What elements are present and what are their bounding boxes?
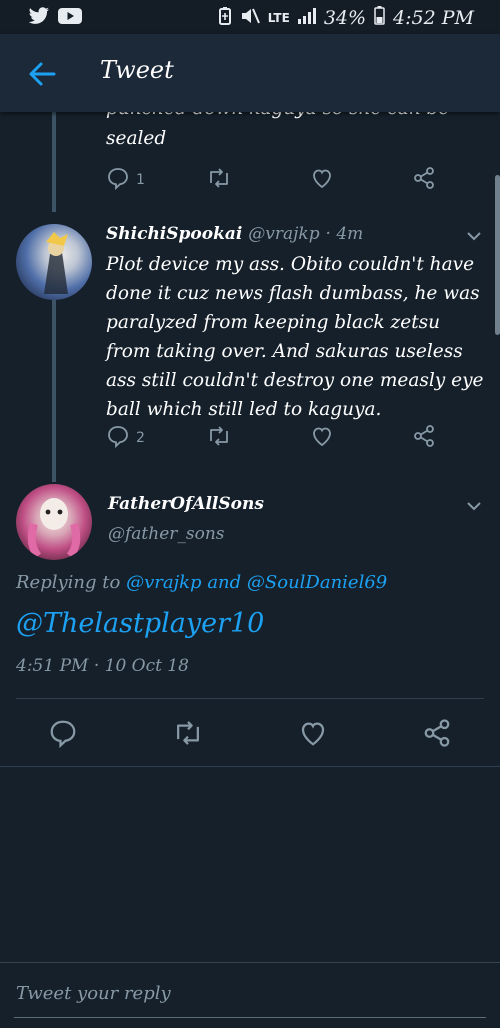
battery-saver-icon	[218, 6, 232, 30]
tweet-text: Plot device my ass. Obito couldn't have …	[106, 254, 484, 420]
mention-link[interactable]: @vrajkp	[126, 572, 202, 593]
author-name[interactable]: FatherOfAllSons	[108, 494, 264, 514]
reply-icon	[106, 166, 130, 194]
reply-composer: Tweet your reply	[0, 962, 500, 1028]
replying-to: Replying to @vrajkp and @SoulDaniel69	[16, 572, 388, 593]
tweet-actions: 1	[106, 166, 446, 196]
tweet-time: · 4m	[325, 224, 364, 244]
youtube-icon	[58, 7, 82, 29]
main-actions	[0, 716, 500, 752]
reply-count: 1	[136, 172, 145, 188]
tweet-text-clipped: punched down kaguya so she can be	[106, 112, 486, 123]
thread-line	[52, 112, 56, 212]
tweet-timestamp: 4:51 PM · 10 Oct 18	[16, 656, 189, 676]
page-title: Tweet	[100, 56, 174, 84]
retweet-icon[interactable]	[172, 718, 204, 752]
retweet-action[interactable]	[206, 424, 232, 452]
tweet-text: sealed	[106, 128, 167, 149]
status-bar: LTE 34% 4:52 PM	[0, 0, 500, 34]
avatar[interactable]	[16, 224, 92, 300]
share-icon	[412, 424, 436, 452]
battery-icon	[374, 6, 385, 30]
reply-count: 2	[136, 430, 145, 446]
heart-icon	[310, 424, 334, 452]
input-underline	[14, 1017, 486, 1018]
share-icon[interactable]	[422, 718, 452, 752]
battery-percent: 34%	[323, 7, 367, 29]
clock: 4:52 PM	[393, 7, 474, 29]
scrollbar[interactable]	[495, 175, 500, 335]
divider	[0, 766, 500, 767]
reply-action[interactable]: 2	[106, 424, 145, 452]
tweet-text[interactable]: @Thelastplayer10	[16, 608, 264, 639]
share-action[interactable]	[412, 424, 436, 452]
heart-icon[interactable]	[298, 718, 328, 752]
mention-link[interactable]: @SoulDaniel69	[247, 572, 387, 593]
reply-icon	[106, 424, 130, 452]
twitter-bird-icon	[28, 7, 50, 29]
chevron-down-icon[interactable]	[466, 498, 482, 514]
author-handle[interactable]: @father_sons	[108, 524, 225, 544]
retweet-icon	[206, 424, 232, 452]
avatar[interactable]	[16, 484, 92, 560]
share-action[interactable]	[412, 166, 436, 194]
like-action[interactable]	[310, 424, 334, 452]
retweet-icon	[206, 166, 232, 194]
tweet-actions: 2	[106, 424, 446, 454]
like-action[interactable]	[310, 166, 334, 194]
thread-line	[52, 298, 56, 482]
author-handle: @vrajkp	[248, 224, 320, 244]
mute-icon	[240, 7, 260, 30]
conversation: punched down kaguya so she can be sealed…	[0, 112, 500, 962]
chevron-down-icon[interactable]	[466, 228, 482, 244]
heart-icon	[310, 166, 334, 194]
share-icon	[412, 166, 436, 194]
author-name[interactable]: ShichiSpookai @vrajkp · 4m	[106, 224, 363, 244]
network-type: LTE	[267, 11, 290, 25]
divider	[16, 698, 484, 699]
app-bar: Tweet	[0, 34, 500, 112]
reply-action[interactable]: 1	[106, 166, 145, 194]
retweet-action[interactable]	[206, 166, 232, 194]
reply-icon[interactable]	[48, 718, 78, 752]
back-arrow-icon[interactable]	[26, 58, 58, 90]
signal-icon	[297, 7, 316, 29]
reply-input[interactable]: Tweet your reply	[16, 983, 171, 1004]
